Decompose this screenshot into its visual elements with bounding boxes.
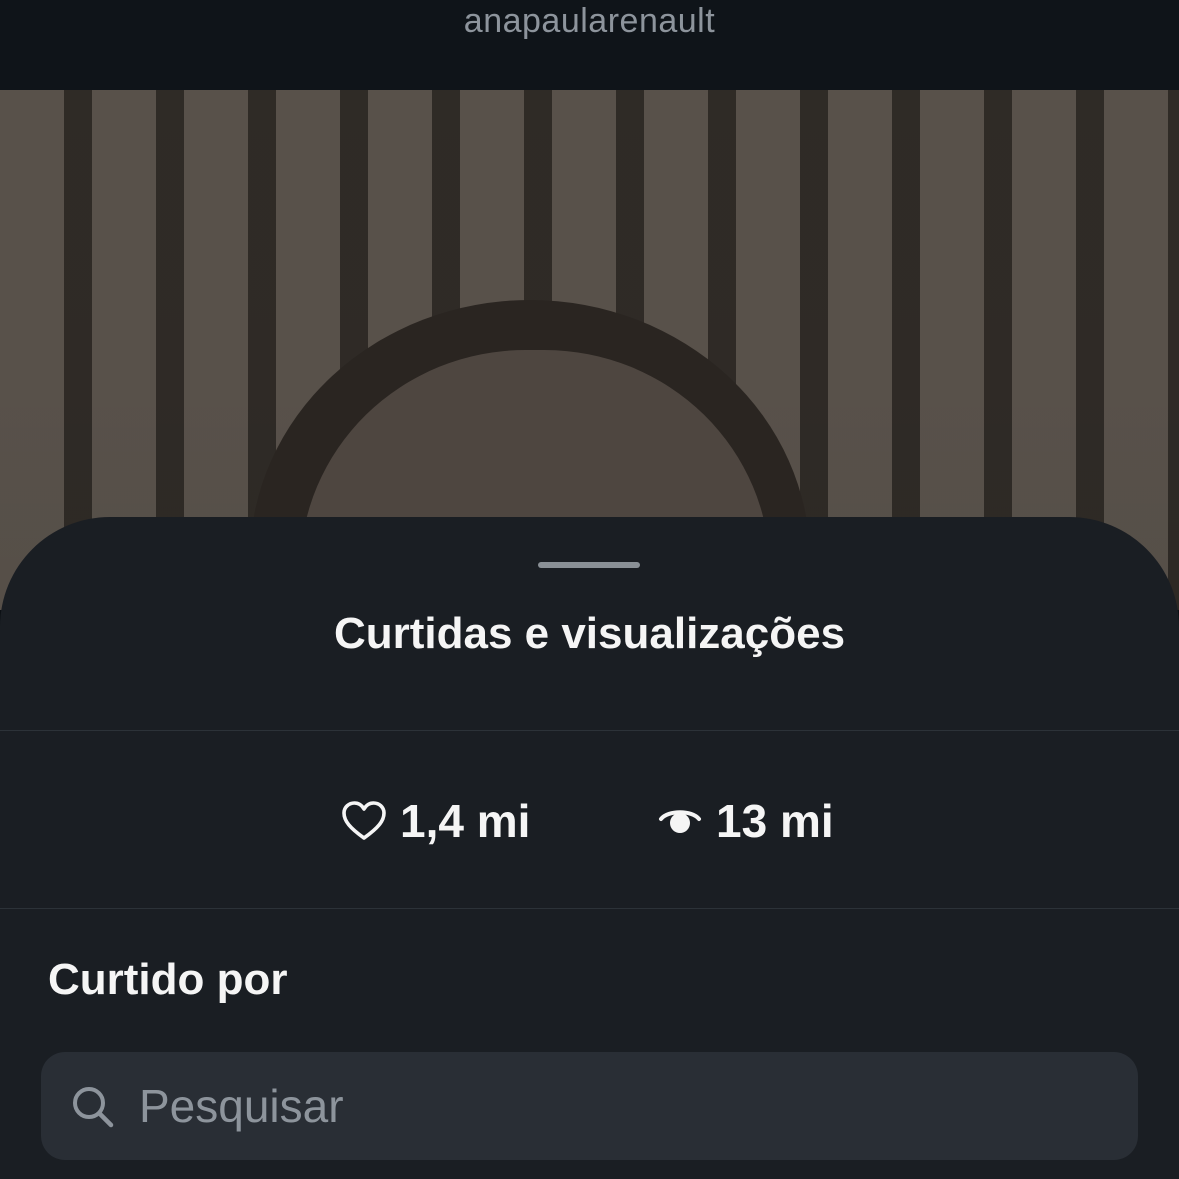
- post-username: anapaularenault: [463, 2, 716, 40]
- likes-count: 1,4 mi: [400, 795, 531, 847]
- liked-by-heading: Curtido por: [48, 955, 288, 1004]
- heart-icon: [342, 801, 386, 840]
- sheet-title: Curtidas e visualizações: [333, 609, 846, 658]
- search-bar[interactable]: [41, 1052, 1138, 1160]
- likes-views-sheet: Curtidas e visualizações 1,4 mi 13 mi Cu…: [0, 517, 1179, 1179]
- sheet-grabber[interactable]: [538, 562, 640, 568]
- views-count: 13 mi: [716, 795, 834, 847]
- top-bar: anapaularenault: [0, 0, 1179, 90]
- screen: anapaularenault Curtidas e visualizações…: [0, 0, 1179, 1179]
- divider: [0, 908, 1179, 909]
- likes-stat: 1,4 mi: [340, 789, 530, 853]
- search-input[interactable]: [139, 1072, 1099, 1140]
- views-stat: 13 mi: [656, 789, 834, 853]
- divider: [0, 730, 1179, 731]
- eye-icon: [659, 810, 701, 833]
- search-icon: [73, 1087, 114, 1128]
